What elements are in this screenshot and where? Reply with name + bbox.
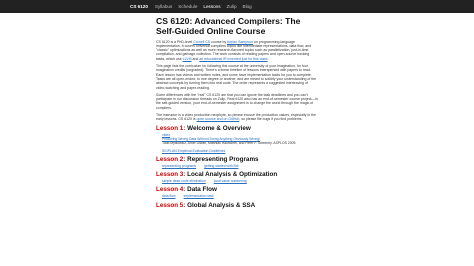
curriculum-paragraph: This page lists the curriculum for follo… (156, 64, 317, 90)
lesson-5-heading: Lesson 5: Global Analysis & SSA (156, 202, 318, 209)
instructor-note-paragraph: The instructor is a video production neo… (156, 113, 318, 122)
educational-ir-link[interactable]: an educational IR invented just for this… (199, 57, 267, 61)
differences-paragraph: Some differences with the "real" CS 6120… (156, 92, 318, 110)
lesson-name: Welcome & Overview (187, 124, 251, 132)
lesson-row: data flow implementation task (162, 194, 318, 198)
lesson-number: Lesson 3: (156, 171, 186, 179)
llvm-link[interactable]: LLVM (183, 57, 192, 61)
lesson-name: Representing Programs (187, 155, 259, 163)
lesson-number: Lesson 2: (156, 155, 186, 163)
lesson-1-heading: Lesson 1: Welcome & Overview (156, 125, 318, 132)
lesson-row: representing programs getting started wit… (162, 164, 318, 168)
lesson-name: Global Analysis & SSA (187, 201, 256, 209)
lesson-name: Local Analysis & Optimization (187, 171, 278, 179)
nav-blog[interactable]: Blog (243, 4, 252, 9)
lesson-link[interactable]: data flow (162, 194, 176, 198)
lesson-row: SIGPLAN Empirical Evaluation Guidelines (162, 149, 318, 153)
lesson-3-heading: Lesson 3: Local Analysis & Optimization (156, 171, 318, 178)
page-title: CS 6120: Advanced Compilers: The Self-Gu… (156, 16, 301, 36)
nav-syllabus[interactable]: Syllabus (155, 4, 172, 9)
nav-schedule[interactable]: Schedule (178, 4, 197, 9)
lesson-4-heading: Lesson 4: Data Flow (156, 186, 318, 193)
lesson-link[interactable]: representing programs (162, 164, 196, 168)
nav-zulip[interactable]: Zulip (227, 4, 237, 9)
note-text: , so please file bugs if you find proble… (239, 117, 303, 122)
paper-authors: Todd Mytkowicz, Amer Diwan, Matthias Hau… (162, 141, 297, 146)
top-navbar: CS 6120 Syllabus Schedule Lessons Zulip … (0, 0, 474, 13)
lesson-number: Lesson 4: (156, 186, 186, 194)
lesson-number: Lesson 1: (156, 124, 186, 132)
github-link[interactable]: open source and on GitHub (196, 117, 239, 121)
main-content: CS 6120: Advanced Compilers: The Self-Gu… (156, 16, 318, 210)
lesson-number: Lesson 5: (156, 201, 186, 209)
nav-links: CS 6120 Syllabus Schedule Lessons Zulip … (130, 0, 258, 13)
lesson-row: simple dead code elimination local value … (162, 179, 318, 183)
guidelines-link[interactable]: SIGPLAN Empirical Evaluation Guidelines (162, 149, 225, 153)
lesson-link[interactable]: local value numbering (214, 179, 247, 183)
lesson-2-heading: Lesson 2: Representing Programs (156, 156, 318, 163)
lesson-link[interactable]: implementation task (184, 194, 214, 198)
lesson-name: Data Flow (187, 186, 217, 194)
intro-text: . (267, 56, 269, 61)
nav-lessons[interactable]: Lessons (203, 4, 220, 9)
nav-brand[interactable]: CS 6120 (130, 4, 148, 9)
lesson-link[interactable]: simple dead code elimination (162, 179, 206, 183)
lesson-link[interactable]: getting started with Bril (204, 164, 238, 168)
intro-paragraph: CS 6120 is a PhD-level Cornell CS course… (156, 40, 318, 61)
